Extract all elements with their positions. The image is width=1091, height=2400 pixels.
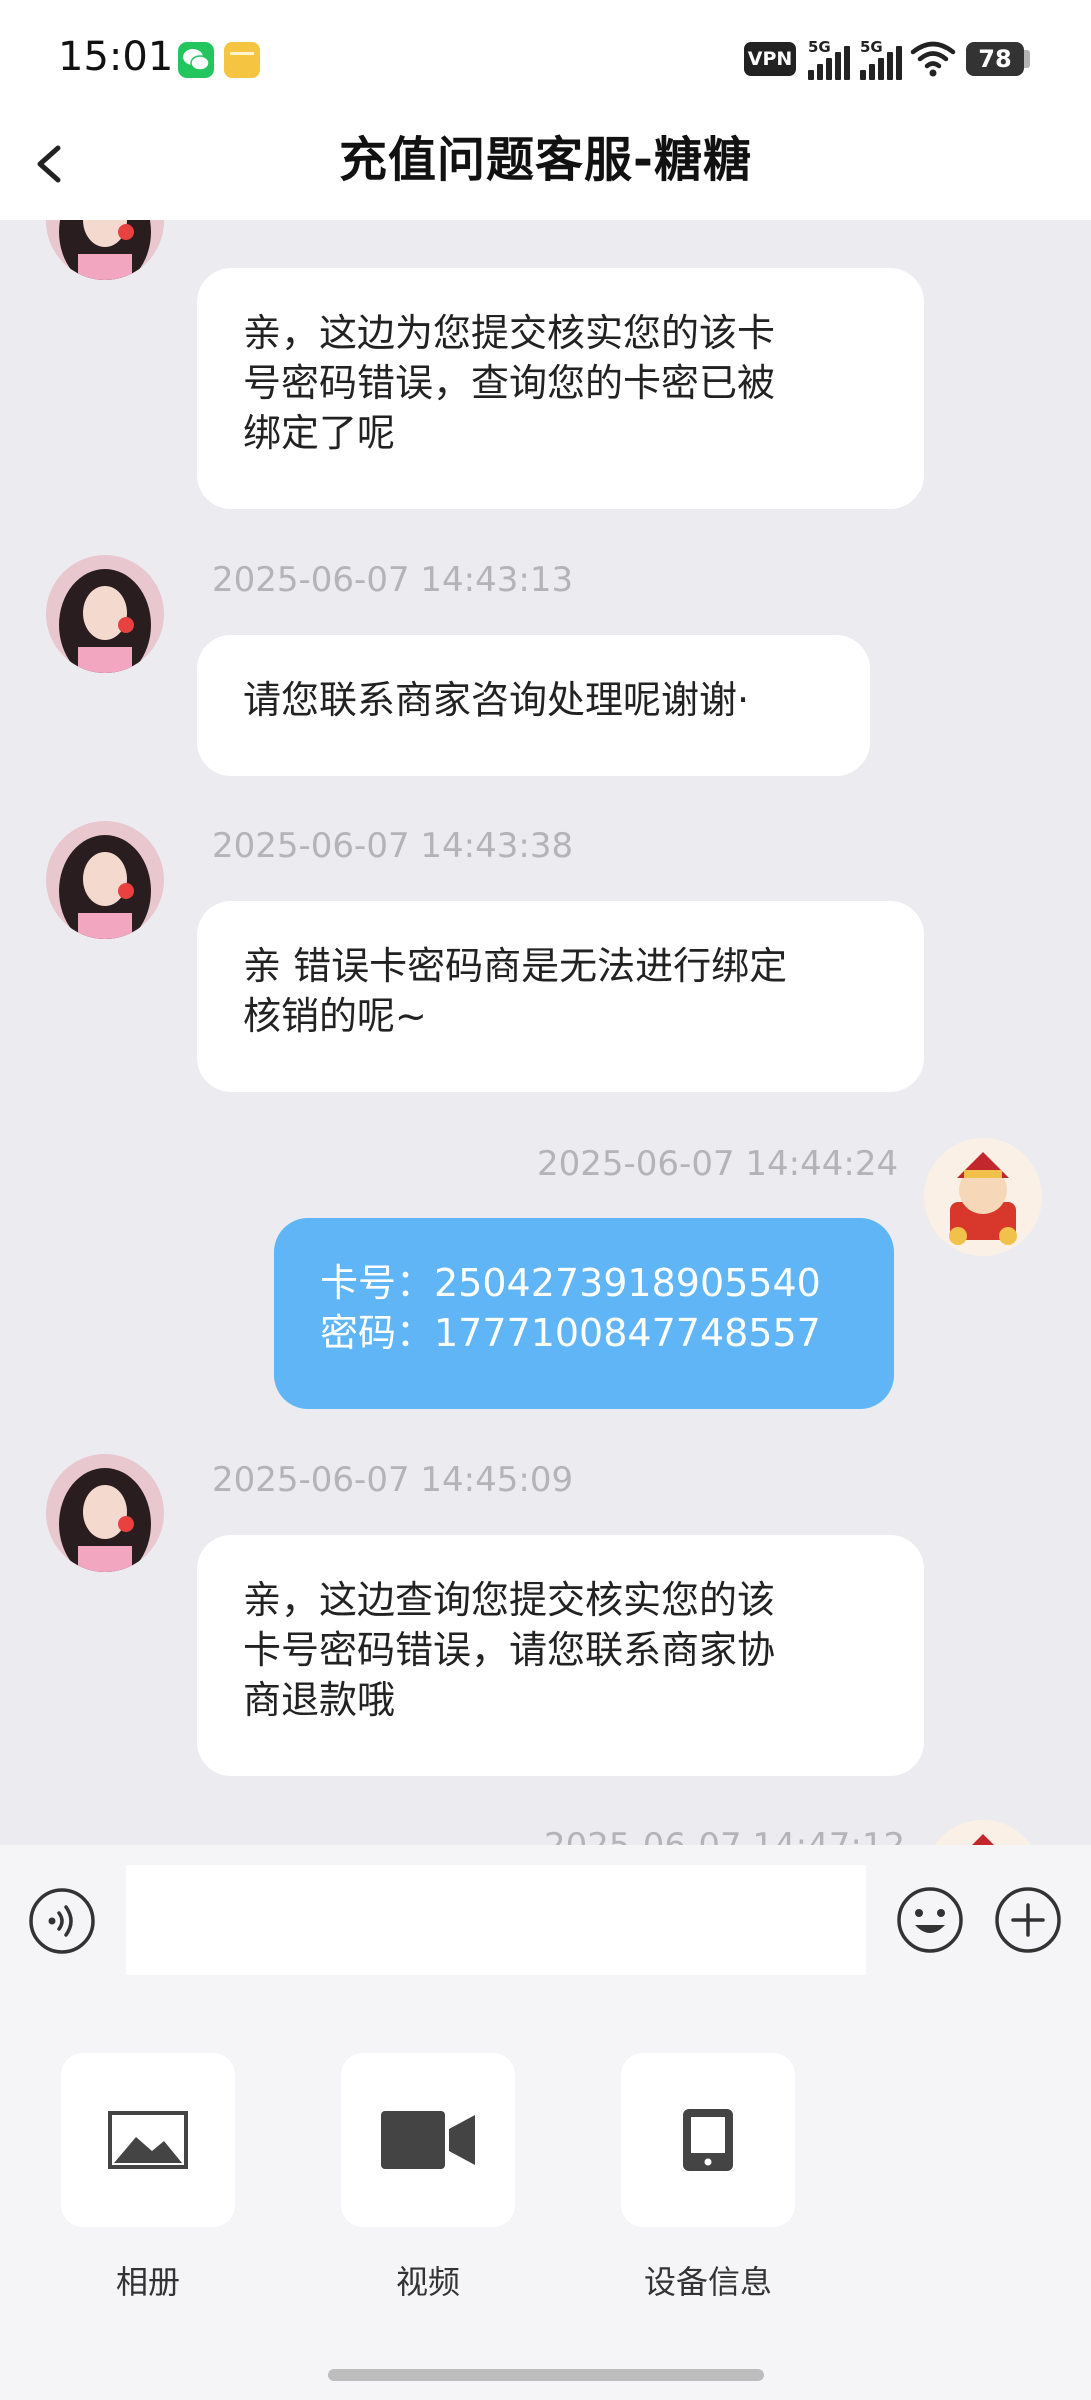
- network-type-label: 5G: [808, 38, 831, 56]
- user-avatar[interactable]: [924, 1138, 1042, 1256]
- video-button[interactable]: [341, 2053, 515, 2227]
- voice-button[interactable]: [28, 1887, 96, 1955]
- device-info-label: 设备信息: [643, 2263, 772, 2301]
- agent-avatar[interactable]: [46, 1454, 164, 1572]
- chat-header: 充值问题客服-糖糖: [0, 110, 1091, 220]
- signal-icon: 5G: [858, 38, 904, 80]
- notes-icon: [224, 42, 260, 78]
- battery-tip: [1024, 50, 1030, 68]
- album-label: 相册: [115, 2263, 180, 2301]
- agent-avatar[interactable]: [46, 821, 164, 939]
- chat-message-list[interactable]: 亲，这边为您提交核实您的该卡 号密码错误，查询您的卡密已被 绑定了呢 2025-…: [0, 220, 1091, 1845]
- battery-icon: 78: [966, 42, 1024, 76]
- message-bubble[interactable]: 亲，这边查询您提交核实您的该 卡号密码错误，请您联系商家协 商退款哦: [197, 1535, 924, 1776]
- message-timestamp: 2025-06-07 14:43:38: [212, 826, 574, 866]
- agent-avatar[interactable]: [46, 220, 164, 280]
- emoji-icon: [897, 1887, 963, 1953]
- status-time: 15:01: [58, 34, 174, 80]
- video-icon: [381, 2111, 475, 2169]
- page-title: 充值问题客服-糖糖: [339, 132, 752, 188]
- signal-icon: 5G: [806, 38, 852, 80]
- message-bubble[interactable]: 亲，这边为您提交核实您的该卡 号密码错误，查询您的卡密已被 绑定了呢: [197, 268, 924, 509]
- wifi-icon: [910, 41, 956, 77]
- message-timestamp: 2025-06-07 14:45:09: [212, 1460, 574, 1500]
- voice-icon: [29, 1888, 95, 1954]
- message-input[interactable]: [126, 1865, 866, 1975]
- more-panel: 相册 视频 设备信息: [0, 1985, 1091, 2400]
- album-button[interactable]: [61, 2053, 235, 2227]
- network-type-label: 5G: [860, 38, 883, 56]
- device-icon: [683, 2109, 733, 2171]
- agent-avatar[interactable]: [46, 555, 164, 673]
- image-icon: [108, 2111, 188, 2169]
- message-timestamp: 2025-06-07 14:44:24: [537, 1144, 899, 1184]
- message-bubble[interactable]: 亲 错误卡密码商是无法进行绑定 核销的呢~: [197, 901, 924, 1092]
- message-bubble[interactable]: 卡号：2504273918905540 密码：1777100847748557: [274, 1218, 894, 1409]
- user-avatar[interactable]: [924, 1820, 1042, 1845]
- status-bar: 15:01 VPN 5G 5G 78: [0, 0, 1091, 110]
- more-button[interactable]: [993, 1885, 1063, 1955]
- device-info-button[interactable]: [621, 2053, 795, 2227]
- video-label: 视频: [395, 2263, 460, 2301]
- wechat-icon: [178, 42, 214, 78]
- home-indicator[interactable]: [328, 2369, 764, 2381]
- message-timestamp: 2025-06-07 14:43:13: [212, 560, 574, 600]
- message-bubble[interactable]: 请您联系商家咨询处理呢谢谢·: [197, 635, 870, 776]
- vpn-icon: VPN: [744, 42, 796, 76]
- message-timestamp: 2025-06-07 14:47:12: [544, 1826, 905, 1845]
- input-bar: [0, 1845, 1091, 1985]
- plus-icon: [995, 1887, 1061, 1953]
- emoji-button[interactable]: [895, 1885, 965, 1955]
